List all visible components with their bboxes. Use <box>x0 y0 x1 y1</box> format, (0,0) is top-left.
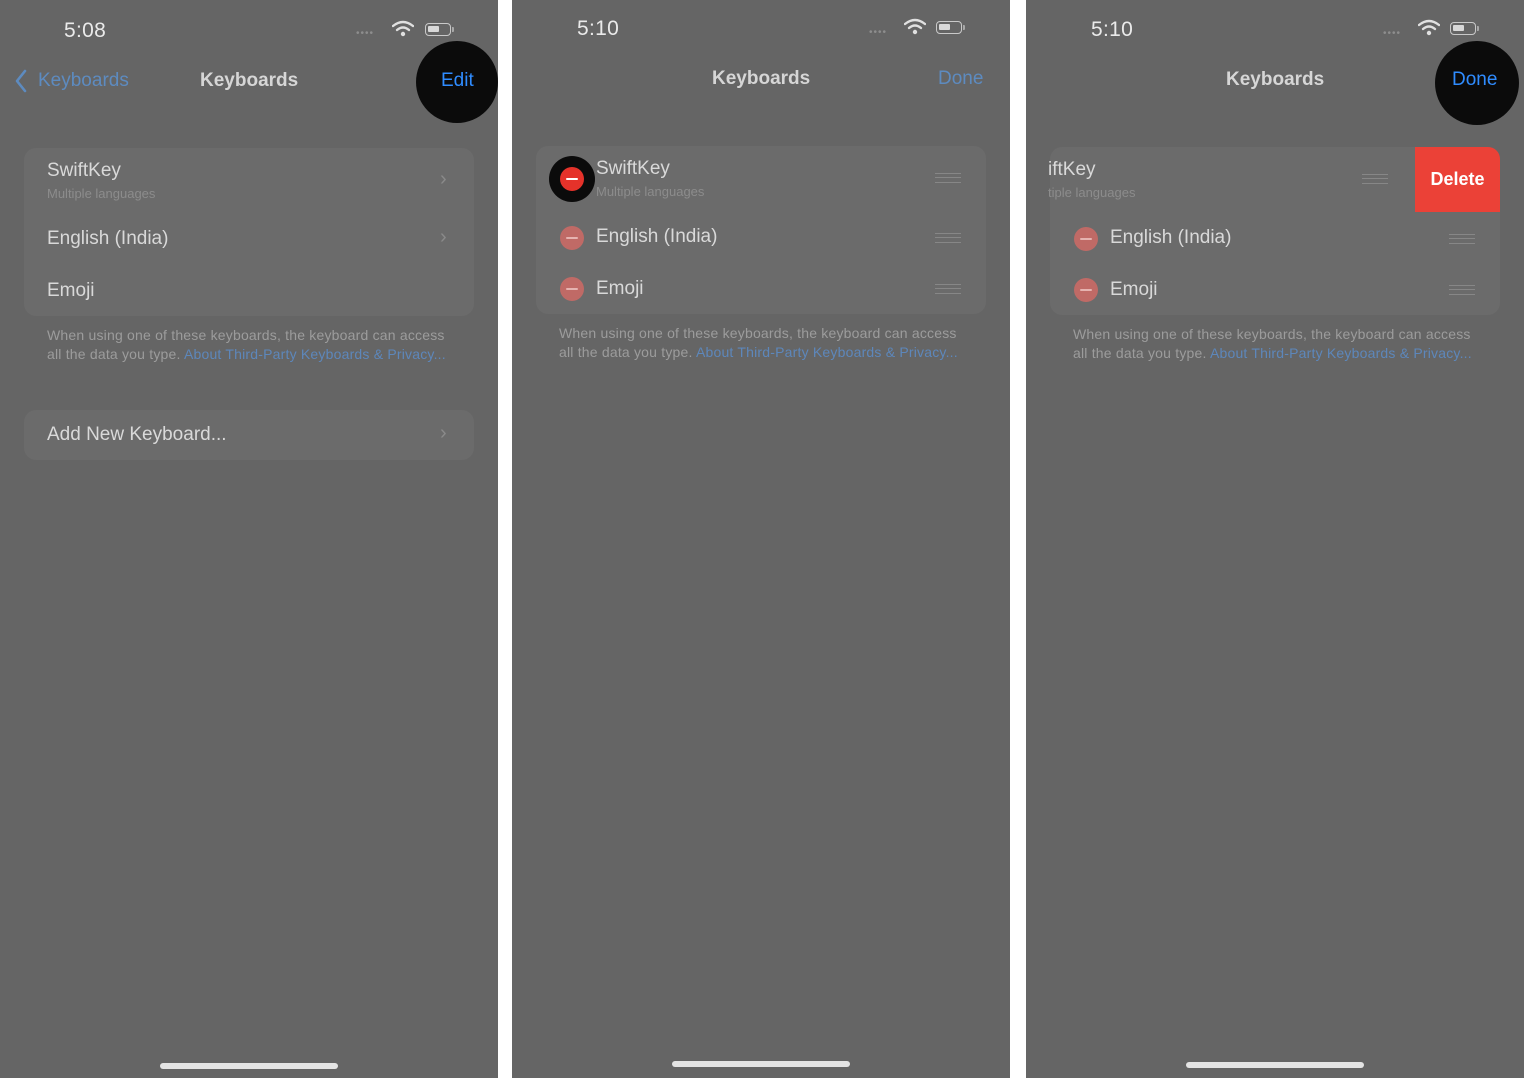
list-item-english-india[interactable]: English (India) › <box>24 210 474 264</box>
add-new-keyboard-label: Add New Keyboard... <box>47 424 227 445</box>
minus-circle-icon[interactable] <box>1074 278 1098 302</box>
privacy-footer: When using one of these keyboards, the k… <box>1073 325 1472 363</box>
status-time: 5:10 <box>1091 18 1134 41</box>
home-indicator[interactable] <box>672 1061 850 1067</box>
wifi-icon <box>904 18 926 35</box>
list-item-emoji[interactable]: Emoji <box>24 264 474 316</box>
wifi-icon <box>1418 19 1440 36</box>
chevron-right-icon: › <box>440 422 447 444</box>
list-item-title: SwiftKey <box>47 160 121 181</box>
list-item-english-india: English (India) <box>1050 209 1500 263</box>
list-item-title: iftKey <box>1048 159 1096 180</box>
list-item-title: Emoji <box>1110 279 1158 300</box>
list-item-title: Emoji <box>596 278 644 299</box>
home-indicator[interactable] <box>160 1063 338 1069</box>
list-item-subtitle: Multiple languages <box>596 184 705 199</box>
wifi-icon <box>392 20 414 37</box>
list-item-title: English (India) <box>47 228 169 249</box>
footer-text-2: all the data you type. <box>1073 345 1207 361</box>
list-item-swiftkey[interactable]: SwiftKey Multiple languages › <box>24 148 474 210</box>
keyboards-list: SwiftKey Multiple languages › English (I… <box>24 148 474 316</box>
minus-circle-icon[interactable] <box>560 226 584 250</box>
reorder-handle-icon[interactable] <box>935 284 961 294</box>
chevron-right-icon: › <box>440 226 447 248</box>
chevron-right-icon: › <box>440 168 447 190</box>
home-indicator[interactable] <box>1186 1062 1364 1068</box>
add-new-keyboard-button[interactable]: Add New Keyboard... › <box>24 410 474 460</box>
keyboards-list: SwiftKey Multiple languages English (Ind… <box>536 146 986 314</box>
privacy-link[interactable]: About Third-Party Keyboards & Privacy... <box>1210 345 1472 361</box>
page-title: Keyboards <box>712 68 811 89</box>
done-button[interactable]: Done <box>1452 69 1497 91</box>
signal-dots-icon: •••• <box>1383 28 1402 39</box>
battery-icon <box>936 21 965 34</box>
privacy-link[interactable]: About Third-Party Keyboards & Privacy... <box>696 344 958 360</box>
list-item-title: English (India) <box>1110 227 1232 248</box>
done-button[interactable]: Done <box>938 68 983 90</box>
list-item-english-india: English (India) <box>536 208 986 262</box>
page-title: Keyboards <box>200 70 299 91</box>
privacy-footer: When using one of these keyboards, the k… <box>47 326 446 364</box>
reorder-handle-icon[interactable] <box>1449 234 1475 244</box>
battery-icon <box>425 23 454 36</box>
back-button[interactable]: Keyboards <box>38 70 129 92</box>
list-item-title: English (India) <box>596 226 718 247</box>
list-item-title: SwiftKey <box>596 158 670 179</box>
screen-keyboards-list: 5:08 •••• Keyboards Keyboards Edit Swift… <box>0 0 498 1078</box>
privacy-footer: When using one of these keyboards, the k… <box>559 324 958 362</box>
battery-icon <box>1450 22 1479 35</box>
list-item-swiftkey: SwiftKey Multiple languages <box>536 146 986 208</box>
footer-text-2: all the data you type. <box>559 344 693 360</box>
signal-dots-icon: •••• <box>356 28 375 39</box>
reorder-handle-icon[interactable] <box>1449 285 1475 295</box>
edit-button[interactable]: Edit <box>441 70 474 92</box>
list-item-subtitle: Multiple languages <box>47 186 156 201</box>
minus-circle-icon[interactable] <box>560 277 584 301</box>
minus-circle-icon[interactable] <box>560 167 584 191</box>
list-item-subtitle: tiple languages <box>1048 185 1136 200</box>
keyboards-list: iftKey tiple languages English (India) E… <box>1048 147 1500 315</box>
list-item-emoji: Emoji <box>536 262 986 314</box>
status-time: 5:10 <box>577 17 620 40</box>
chevron-left-icon[interactable] <box>14 69 28 93</box>
footer-text-2: all the data you type. <box>47 346 181 362</box>
delete-button[interactable]: Delete <box>1415 147 1500 212</box>
reorder-handle-icon[interactable] <box>935 173 961 183</box>
footer-text: When using one of these keyboards, the k… <box>1073 326 1471 342</box>
screen-keyboards-edit: 5:10 •••• Keyboards Done SwiftKey Multip… <box>512 0 1010 1078</box>
footer-text: When using one of these keyboards, the k… <box>559 325 957 341</box>
status-time: 5:08 <box>64 19 107 42</box>
minus-circle-icon[interactable] <box>1074 227 1098 251</box>
screen-keyboards-delete: 5:10 •••• Keyboards Done iftKey tiple la… <box>1026 0 1524 1078</box>
list-item-title: Emoji <box>47 280 95 301</box>
signal-dots-icon: •••• <box>869 27 888 38</box>
list-item-emoji: Emoji <box>1050 263 1500 315</box>
privacy-link[interactable]: About Third-Party Keyboards & Privacy... <box>184 346 446 362</box>
reorder-handle-icon[interactable] <box>1362 174 1388 184</box>
page-title: Keyboards <box>1226 69 1325 90</box>
footer-text: When using one of these keyboards, the k… <box>47 327 445 343</box>
reorder-handle-icon[interactable] <box>935 233 961 243</box>
